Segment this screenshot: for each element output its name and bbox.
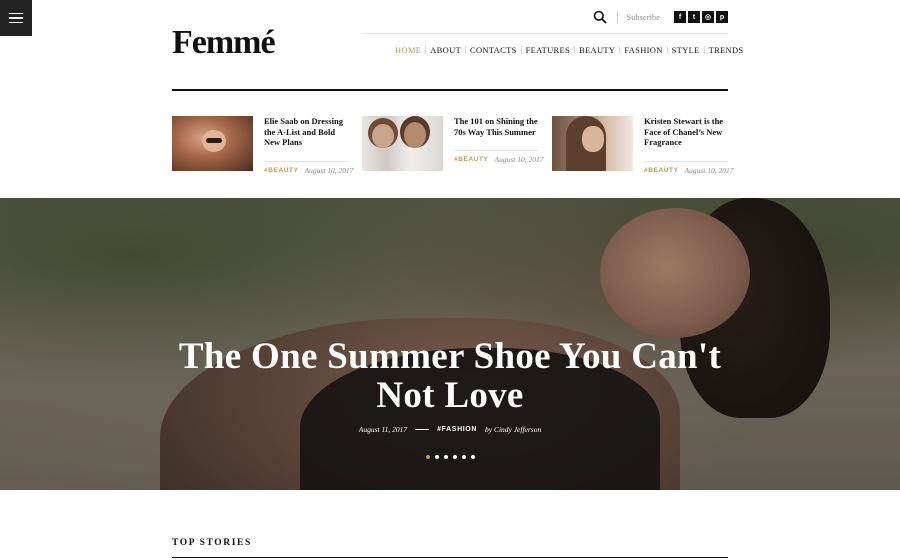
site-logo[interactable]: Femmé xyxy=(172,26,276,60)
featured-post-rule xyxy=(454,150,538,151)
facebook-icon[interactable]: f xyxy=(674,11,686,23)
featured-post-image[interactable] xyxy=(172,116,253,171)
top-bar-divider xyxy=(616,11,618,23)
slider-dot[interactable] xyxy=(452,455,457,459)
featured-post-tag[interactable]: #BEAUTY xyxy=(454,156,489,163)
twitter-icon[interactable]: t xyxy=(688,11,700,23)
featured-post-meta: #BEAUTY August 10, 2017 xyxy=(264,166,354,175)
search-icon[interactable] xyxy=(593,10,607,24)
nav-separator xyxy=(574,46,576,54)
nav-separator xyxy=(619,46,621,54)
hero-meta-divider xyxy=(415,429,430,430)
thumb-face-shape xyxy=(404,122,426,148)
featured-post[interactable]: Kristen Stewart is the Face of Chanel’s … xyxy=(552,116,734,175)
nav-item-features[interactable]: FEATURES xyxy=(526,45,570,55)
featured-post-date: August 10, 2017 xyxy=(304,165,354,175)
slider-dot[interactable] xyxy=(425,455,430,459)
featured-post-date: August 10, 2017 xyxy=(494,155,544,164)
nav-item-beauty[interactable]: BEAUTY xyxy=(579,45,615,55)
featured-post-image[interactable] xyxy=(552,116,633,171)
slider-dot[interactable] xyxy=(470,455,475,459)
nav-top-rule xyxy=(362,33,728,34)
nav-item-contacts[interactable]: CONTACTS xyxy=(470,45,517,55)
hero-title[interactable]: The One Summer Shoe You Can't Not Love xyxy=(150,337,750,415)
nav-separator xyxy=(703,46,705,54)
thumb-face-shape xyxy=(372,124,394,148)
section-title-top-stories: TOP STORIES xyxy=(172,538,252,548)
hamburger-icon-line xyxy=(9,12,23,15)
hamburger-menu-button[interactable] xyxy=(0,0,32,36)
featured-post-rule xyxy=(644,160,728,162)
featured-post[interactable]: Elie Saab on Dressing the A-List and Bol… xyxy=(172,116,354,175)
nav-item-home[interactable]: HOME xyxy=(395,45,421,55)
featured-post-rule xyxy=(264,160,348,162)
featured-posts: Elie Saab on Dressing the A-List and Bol… xyxy=(172,116,734,175)
featured-post[interactable]: The 101 on Shining the 70s Way This Summ… xyxy=(362,116,544,175)
hamburger-icon-line xyxy=(9,17,23,19)
slider-dot[interactable] xyxy=(461,455,466,459)
thumb-face-shape xyxy=(582,126,604,152)
featured-post-tag[interactable]: #BEAUTY xyxy=(264,167,299,174)
slider-dot[interactable] xyxy=(434,455,439,459)
instagram-icon[interactable]: ◎ xyxy=(702,11,714,23)
featured-post-body: Kristen Stewart is the Face of Chanel’s … xyxy=(644,116,734,175)
featured-post-title[interactable]: Kristen Stewart is the Face of Chanel’s … xyxy=(644,116,728,148)
hero-author[interactable]: by Cindy Jefferson xyxy=(485,425,541,434)
hamburger-icon-line xyxy=(9,21,23,24)
nav-separator xyxy=(465,46,467,54)
nav-item-about[interactable]: ABOUT xyxy=(430,45,461,55)
featured-post-date: August 10, 2017 xyxy=(684,165,734,175)
hero-tag[interactable]: #FASHION xyxy=(437,426,477,433)
featured-post-title[interactable]: Elie Saab on Dressing the A-List and Bol… xyxy=(264,116,348,148)
nav-separator xyxy=(425,46,427,54)
hero-date: August 11, 2017 xyxy=(358,425,408,434)
featured-post-image[interactable] xyxy=(362,116,443,171)
nav-item-style[interactable]: STYLE xyxy=(672,45,700,55)
nav-item-fashion[interactable]: FASHION xyxy=(624,45,662,55)
pinterest-icon[interactable]: p xyxy=(716,11,728,23)
featured-post-title[interactable]: The 101 on Shining the 70s Way This Summ… xyxy=(454,116,538,137)
nav-item-trends[interactable]: TRENDS xyxy=(709,45,744,55)
hero-meta: August 11, 2017 #FASHION by Cindy Jeffer… xyxy=(0,425,900,434)
slider-dot[interactable] xyxy=(443,455,448,459)
thumb-sunglasses-shape xyxy=(206,138,222,143)
main-nav: HOME ABOUT CONTACTS FEATURES BEAUTY FASH… xyxy=(395,45,743,55)
featured-post-body: The 101 on Shining the 70s Way This Summ… xyxy=(454,116,544,175)
nav-separator xyxy=(666,46,668,54)
top-bar: Subscribe f t ◎ p xyxy=(593,10,728,24)
nav-separator xyxy=(520,46,522,54)
social-links: f t ◎ p xyxy=(674,11,728,23)
header-divider xyxy=(172,89,728,91)
featured-post-tag[interactable]: #BEAUTY xyxy=(644,167,679,174)
featured-post-body: Elie Saab on Dressing the A-List and Bol… xyxy=(264,116,354,175)
hero-slider[interactable]: The One Summer Shoe You Can't Not Love A… xyxy=(0,198,900,490)
section-rule xyxy=(172,557,728,558)
featured-post-meta: #BEAUTY August 10, 2017 xyxy=(454,155,544,164)
featured-post-meta: #BEAUTY August 10, 2017 xyxy=(644,166,734,175)
subscribe-link[interactable]: Subscribe xyxy=(627,13,660,22)
slider-pagination xyxy=(0,455,900,459)
